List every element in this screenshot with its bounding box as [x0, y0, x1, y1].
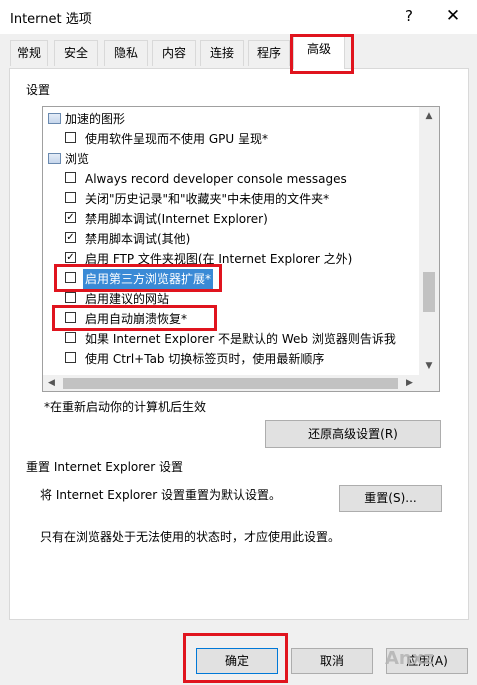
- category-icon: [48, 153, 61, 164]
- setting-label: 启用自动崩溃恢复*: [85, 312, 188, 326]
- settings-label: 设置: [26, 83, 51, 97]
- checkbox-checked[interactable]: ✓: [65, 252, 76, 263]
- checkbox[interactable]: [65, 312, 76, 323]
- setting-label: 使用 Ctrl+Tab 切换标签页时，使用最新顺序: [85, 352, 325, 366]
- reset-button[interactable]: 重置(S)...: [339, 485, 442, 512]
- setting-label: 如果 Internet Explorer 不是默认的 Web 浏览器则告诉我: [85, 332, 396, 346]
- scroll-right-icon[interactable]: ▶: [401, 375, 418, 391]
- checkbox[interactable]: [65, 332, 76, 343]
- setting-label: 启用 FTP 文件夹视图(在 Internet Explorer 之外): [85, 252, 353, 266]
- window-title: Internet 选项: [10, 12, 92, 27]
- reset-group-label: 重置 Internet Explorer 设置: [26, 460, 184, 474]
- tab-advanced[interactable]: 高级: [293, 36, 345, 69]
- tab-content[interactable]: 内容: [152, 40, 196, 66]
- checkbox[interactable]: [65, 192, 76, 203]
- reset-description: 将 Internet Explorer 设置重置为默认设置。: [40, 488, 282, 502]
- settings-listbox[interactable]: 加速的图形 使用软件呈现而不使用 GPU 呈现* 浏览 Always recor…: [42, 106, 440, 392]
- category-icon: [48, 113, 61, 124]
- checkbox[interactable]: [65, 172, 76, 183]
- category-label: 浏览: [65, 152, 90, 166]
- tab-connections[interactable]: 连接: [200, 40, 244, 66]
- tab-general[interactable]: 常规: [10, 40, 48, 66]
- setting-label-selected: 启用第三方浏览器扩展*: [83, 269, 214, 289]
- checkbox-checked[interactable]: ✓: [65, 212, 76, 223]
- scroll-up-icon[interactable]: ▲: [419, 107, 439, 125]
- vertical-scrollbar[interactable]: [419, 107, 439, 377]
- checkbox[interactable]: [65, 352, 76, 363]
- watermark-logo: Anxz: [385, 648, 434, 669]
- help-button[interactable]: ?: [398, 5, 420, 27]
- setting-label: 禁用脚本调试(其他): [85, 232, 191, 246]
- setting-label: 关闭"历史记录"和"收藏夹"中未使用的文件夹*: [85, 192, 330, 206]
- checkbox[interactable]: [65, 292, 76, 303]
- scroll-down-icon[interactable]: ▼: [419, 357, 439, 375]
- restore-advanced-settings-button[interactable]: 还原高级设置(R): [265, 420, 441, 448]
- setting-label: 启用建议的网站: [85, 292, 170, 306]
- close-icon[interactable]: ✕: [440, 4, 466, 28]
- ok-button[interactable]: 确定: [196, 648, 278, 674]
- checkbox[interactable]: [65, 272, 76, 283]
- cancel-button[interactable]: 取消: [291, 648, 373, 674]
- scrollbar-corner: [419, 375, 439, 391]
- tab-privacy[interactable]: 隐私: [104, 40, 148, 66]
- checkbox-checked[interactable]: ✓: [65, 232, 76, 243]
- setting-label: 使用软件呈现而不使用 GPU 呈现*: [85, 132, 268, 146]
- scroll-left-icon[interactable]: ◀: [43, 375, 60, 391]
- reset-note: 只有在浏览器处于无法使用的状态时，才应使用此设置。: [40, 530, 341, 544]
- category-label: 加速的图形: [65, 112, 126, 126]
- tab-programs[interactable]: 程序: [248, 40, 290, 66]
- checkbox[interactable]: [65, 132, 76, 143]
- tab-security[interactable]: 安全: [54, 40, 98, 66]
- restart-note: *在重新启动你的计算机后生效: [44, 400, 207, 414]
- setting-label: 禁用脚本调试(Internet Explorer): [85, 212, 268, 226]
- horizontal-scroll-thumb[interactable]: [63, 378, 398, 389]
- vertical-scroll-thumb[interactable]: [423, 272, 435, 312]
- setting-label: Always record developer console messages: [85, 172, 347, 186]
